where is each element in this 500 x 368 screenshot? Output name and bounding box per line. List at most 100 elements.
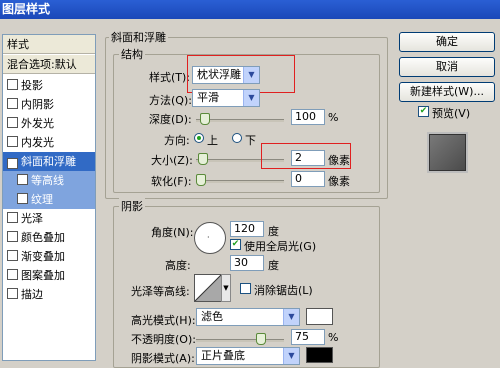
style-item[interactable]: 等高线: [3, 171, 95, 190]
style-checkbox[interactable]: [7, 231, 18, 242]
direction-down-radio[interactable]: [232, 133, 242, 143]
ok-button[interactable]: 确定: [399, 32, 495, 52]
antialiased-checkbox[interactable]: [240, 283, 251, 294]
highlight-box: [261, 143, 351, 169]
style-item[interactable]: 内发光: [3, 133, 95, 152]
style-item[interactable]: 描边: [3, 285, 95, 304]
style-checkbox[interactable]: [7, 212, 18, 223]
style-item[interactable]: 外发光: [3, 114, 95, 133]
gloss-contour-label: 光泽等高线:: [131, 285, 190, 298]
style-label: 样式(T):: [149, 71, 191, 84]
highlight-mode-label: 高光模式(H):: [131, 314, 196, 327]
altitude-unit: 度: [268, 259, 279, 272]
style-item[interactable]: 渐变叠加: [3, 247, 95, 266]
angle-dial[interactable]: ·: [194, 222, 226, 254]
opacity-label: 不透明度(O):: [131, 333, 196, 346]
altitude-input[interactable]: 30: [230, 255, 264, 271]
antialiased-label: 消除锯齿(L): [254, 284, 313, 297]
shadow-mode-select[interactable]: 正片叠底 ▼: [196, 347, 300, 365]
shading-title: 阴影: [119, 198, 145, 214]
technique-select-value: 平滑: [197, 91, 219, 104]
angle-dot-icon: ·: [207, 233, 210, 242]
blending-options-item[interactable]: 混合选项:默认: [3, 55, 95, 74]
global-light-checkbox[interactable]: ✔: [230, 239, 241, 250]
style-checkbox[interactable]: [7, 250, 18, 261]
direction-label: 方向:: [164, 134, 190, 147]
direction-up-radio[interactable]: [194, 133, 204, 143]
opacity-unit: %: [328, 331, 339, 344]
style-item[interactable]: 纹理: [3, 190, 95, 209]
style-item-label: 等高线: [31, 174, 64, 187]
opacity-slider-track[interactable]: [196, 339, 284, 342]
depth-input[interactable]: 100: [291, 109, 325, 125]
new-style-button[interactable]: 新建样式(W)...: [399, 82, 495, 102]
altitude-label: 高度:: [165, 259, 191, 272]
chevron-down-icon[interactable]: ▼: [221, 274, 231, 302]
depth-label: 深度(D):: [149, 113, 192, 126]
gloss-contour-preview[interactable]: [194, 274, 222, 302]
highlight-color-swatch[interactable]: [306, 308, 333, 325]
chevron-down-icon: ▼: [243, 90, 259, 106]
style-checkbox[interactable]: [7, 288, 18, 299]
shadow-mode-value: 正片叠底: [201, 349, 245, 362]
style-checkbox[interactable]: [7, 117, 18, 128]
highlight-box: [187, 55, 295, 93]
style-preview-swatch: [427, 132, 468, 173]
depth-unit: %: [328, 111, 339, 124]
opacity-slider-thumb[interactable]: [256, 333, 266, 345]
soften-slider-thumb[interactable]: [196, 174, 206, 186]
style-checkbox[interactable]: [7, 79, 18, 90]
global-light-label: 使用全局光(G): [244, 240, 317, 253]
style-item-label: 纹理: [31, 193, 53, 206]
cancel-button[interactable]: 取消: [399, 57, 495, 77]
style-item-label: 投影: [21, 79, 43, 92]
direction-up-label: 上: [207, 134, 218, 147]
styles-list: 样式 混合选项:默认 投影 内阴影 外发光 内发光 ✔ 斜面和浮雕 等高线 纹理 光泽 颜色叠加渐…: [2, 34, 96, 361]
style-checkbox[interactable]: [17, 193, 28, 204]
style-item-label: 外发光: [21, 117, 54, 130]
style-item-label: 内阴影: [21, 98, 54, 111]
chevron-down-icon: ▼: [283, 309, 299, 325]
style-item[interactable]: 颜色叠加: [3, 228, 95, 247]
technique-label: 方法(Q):: [149, 94, 192, 107]
soften-label: 软化(F):: [151, 175, 192, 188]
bevel-emboss-title: 斜面和浮雕: [109, 29, 168, 45]
chevron-down-icon: ▼: [283, 348, 299, 364]
opacity-input[interactable]: 75: [291, 329, 325, 345]
angle-unit: 度: [268, 225, 279, 238]
style-item-label: 描边: [21, 288, 43, 301]
style-item[interactable]: ✔ 斜面和浮雕: [3, 152, 95, 171]
style-checkbox[interactable]: [7, 98, 18, 109]
direction-down-label: 下: [245, 134, 256, 147]
structure-title: 结构: [119, 46, 145, 62]
style-item[interactable]: 内阴影: [3, 95, 95, 114]
window-title: 图层样式: [0, 0, 500, 19]
angle-label: 角度(N):: [151, 226, 194, 239]
style-item-label: 颜色叠加: [21, 231, 65, 244]
depth-slider-thumb[interactable]: [200, 113, 210, 125]
style-item-label: 光泽: [21, 212, 43, 225]
technique-select[interactable]: 平滑 ▼: [192, 89, 260, 107]
style-item-label: 图案叠加: [21, 269, 65, 282]
contour-curve-icon: [194, 274, 222, 302]
shadow-mode-label: 阴影模式(A):: [131, 352, 195, 365]
highlight-mode-value: 滤色: [201, 310, 223, 323]
preview-label: 预览(V): [432, 107, 471, 120]
soften-slider-track[interactable]: [196, 180, 284, 183]
style-checkbox[interactable]: [7, 136, 18, 147]
style-checkbox[interactable]: [7, 269, 18, 280]
soften-input[interactable]: 0: [291, 171, 325, 187]
style-item[interactable]: 图案叠加: [3, 266, 95, 285]
styles-header[interactable]: 样式: [3, 35, 95, 54]
style-item[interactable]: 投影: [3, 76, 95, 95]
style-checkbox[interactable]: ✔: [7, 158, 18, 169]
style-item[interactable]: 光泽: [3, 209, 95, 228]
size-slider-thumb[interactable]: [197, 153, 208, 165]
angle-input[interactable]: 120: [230, 221, 264, 237]
soften-unit: 像素: [328, 175, 350, 188]
preview-checkbox[interactable]: ✔: [418, 106, 429, 117]
highlight-mode-select[interactable]: 滤色 ▼: [196, 308, 300, 326]
size-label: 大小(Z):: [151, 154, 193, 167]
style-checkbox[interactable]: [17, 174, 28, 185]
style-item-label: 斜面和浮雕: [21, 155, 76, 168]
